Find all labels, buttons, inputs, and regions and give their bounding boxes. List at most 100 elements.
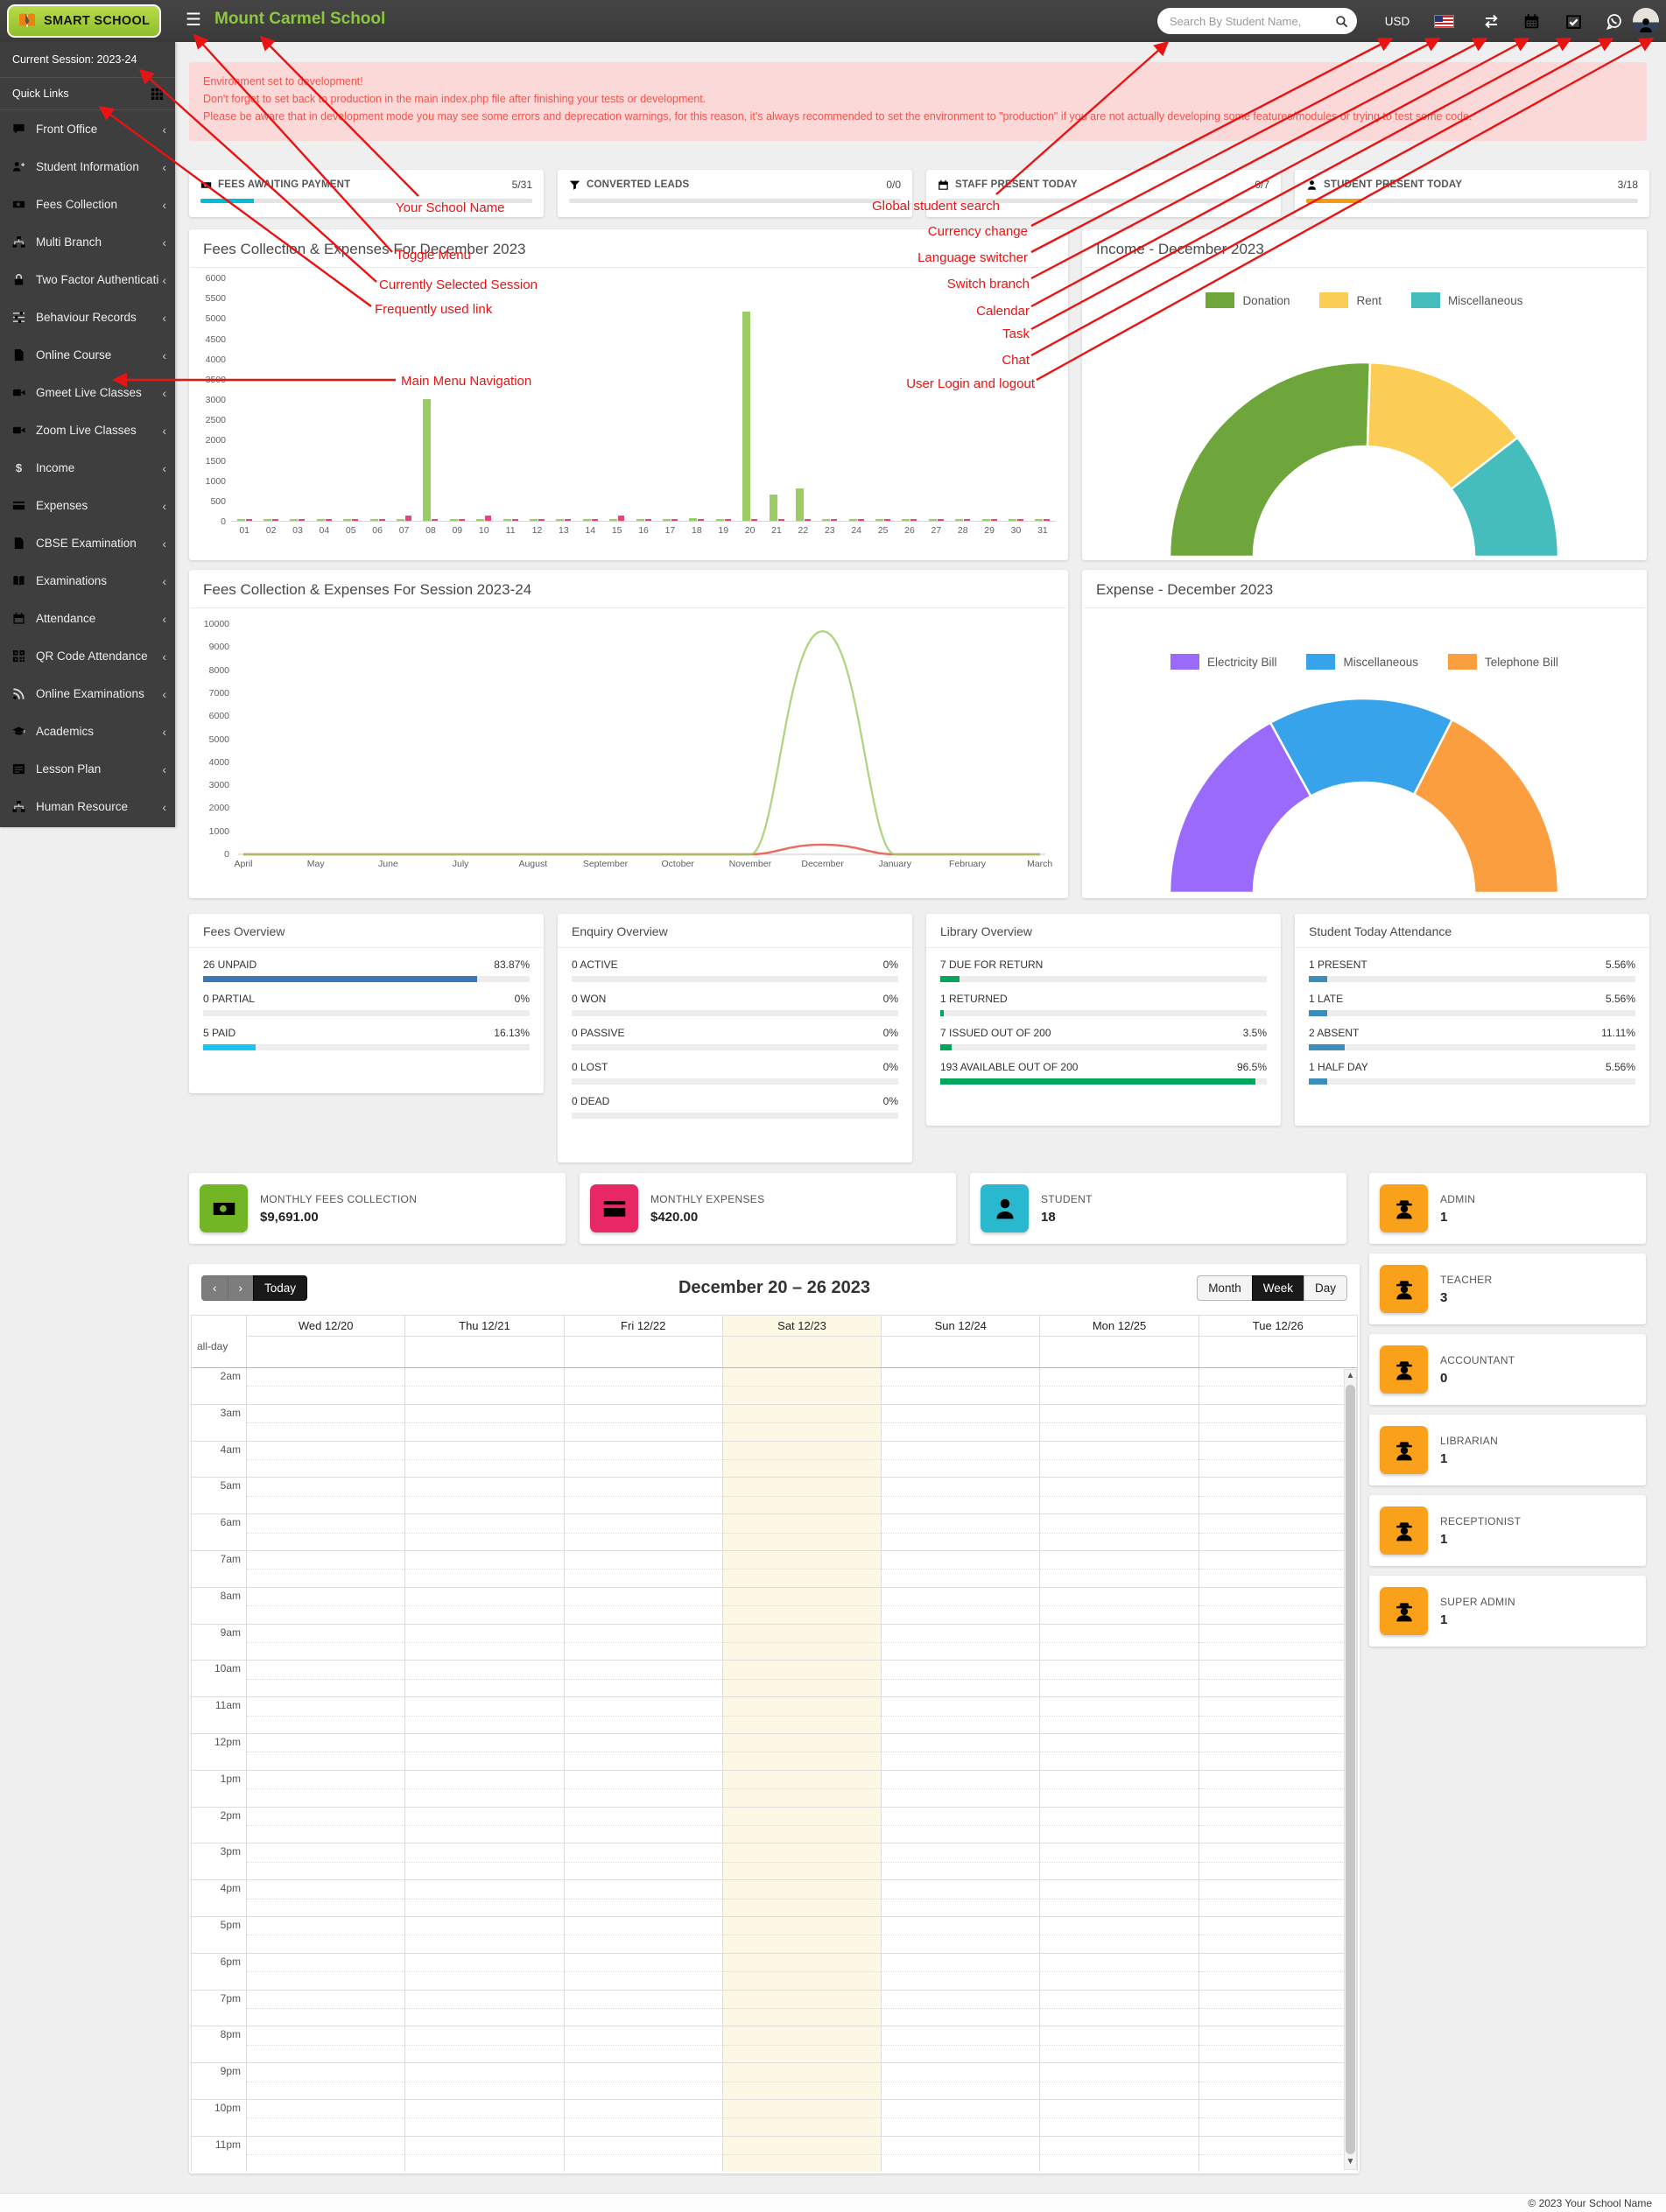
calendar-hour-cell[interactable] [404, 1916, 564, 1953]
calendar-day-header[interactable]: Wed 12/20 [246, 1316, 405, 1337]
calendar-hour-cell[interactable] [721, 2026, 882, 2063]
calendar-allday-cell[interactable] [404, 1337, 563, 1367]
calendar-hour-cell[interactable] [404, 1733, 564, 1770]
sidebar-item-two-factor-authentication[interactable]: Two Factor Authentication ‹ [0, 261, 175, 298]
calendar-hour-cell[interactable] [721, 1843, 882, 1880]
calendar-hour-cell[interactable] [721, 1587, 882, 1624]
sidebar-item-expenses[interactable]: Expenses ‹ [0, 487, 175, 524]
bar-day-10[interactable] [471, 516, 497, 521]
search-input[interactable] [1170, 14, 1335, 28]
calendar-day-header[interactable]: Tue 12/26 [1198, 1316, 1357, 1337]
calendar-hour-cell[interactable] [563, 1441, 723, 1478]
bar-day-17[interactable] [657, 519, 683, 521]
calendar-hour-cell[interactable] [881, 2136, 1040, 2172]
calendar-hour-cell[interactable] [721, 1514, 882, 1550]
calendar-hour-cell[interactable] [1198, 1990, 1357, 2026]
calendar-hour-cell[interactable] [404, 1587, 564, 1624]
calendar-hour-cell[interactable] [246, 1404, 405, 1441]
calendar-hour-cell[interactable] [721, 2063, 882, 2099]
sidebar-item-attendance[interactable]: Attendance ‹ [0, 600, 175, 637]
calendar-hour-cell[interactable] [721, 1404, 882, 1441]
calendar-hour-cell[interactable] [881, 1550, 1040, 1587]
income-donut-chart[interactable] [1163, 355, 1565, 558]
calendar-hour-cell[interactable] [1039, 2063, 1199, 2099]
legend-item[interactable]: Miscellaneous [1411, 292, 1523, 308]
calendar-hour-cell[interactable] [563, 1404, 723, 1441]
bar-day-27[interactable] [923, 519, 949, 521]
calendar-hour-cell[interactable] [1039, 1807, 1199, 1843]
stat-card-staff-present-today[interactable]: STAFF PRESENT TODAY 0/7 [926, 170, 1281, 217]
sidebar-item-income[interactable]: Income ‹ [0, 449, 175, 487]
calendar-hour-cell[interactable] [881, 1587, 1040, 1624]
calendar-hour-cell[interactable] [1039, 1404, 1199, 1441]
calendar-hour-cell[interactable] [1039, 1368, 1199, 1404]
calendar-hour-cell[interactable] [246, 1953, 405, 1990]
calendar-hour-cell[interactable] [563, 1807, 723, 1843]
calendar-hour-cell[interactable] [246, 1880, 405, 1916]
calendar-hour-cell[interactable] [721, 1916, 882, 1953]
calendar-hour-cell[interactable] [1198, 1661, 1357, 1697]
calendar-hour-cell[interactable] [1039, 2026, 1199, 2063]
sidebar-item-student-information[interactable]: Student Information ‹ [0, 148, 175, 186]
calendar-hour-cell[interactable] [404, 1990, 564, 2026]
calendar-hour-cell[interactable] [881, 2099, 1040, 2136]
bar-day-24[interactable] [843, 519, 869, 521]
calendar-hour-cell[interactable] [246, 1441, 405, 1478]
bar-day-03[interactable] [285, 519, 311, 521]
grid-icon[interactable] [151, 88, 163, 100]
calendar-hour-cell[interactable] [404, 1404, 564, 1441]
search-icon[interactable] [1335, 15, 1348, 28]
calendar-hour-cell[interactable] [1198, 1478, 1357, 1514]
calendar-hour-cell[interactable] [563, 2136, 723, 2172]
calendar-hour-cell[interactable] [563, 1880, 723, 1916]
calendar-hour-cell[interactable] [1039, 1514, 1199, 1550]
calendar-hour-cell[interactable] [404, 2099, 564, 2136]
user-avatar[interactable] [1632, 0, 1660, 42]
staff-card-librarian[interactable]: LIBRARIAN 1 [1369, 1415, 1646, 1485]
sidebar-item-examinations[interactable]: Examinations ‹ [0, 562, 175, 600]
bar-day-04[interactable] [311, 519, 337, 521]
staff-card-accountant[interactable]: ACCOUNTANT 0 [1369, 1334, 1646, 1405]
calendar-hour-cell[interactable] [881, 1733, 1040, 1770]
staff-card-teacher[interactable]: TEACHER 3 [1369, 1253, 1646, 1324]
calendar-hour-cell[interactable] [1039, 2099, 1199, 2136]
calendar-hour-cell[interactable] [1198, 1514, 1357, 1550]
calendar-hour-cell[interactable] [404, 2026, 564, 2063]
calendar-hour-cell[interactable] [246, 2136, 405, 2172]
calendar-hour-cell[interactable] [563, 1843, 723, 1880]
task-icon[interactable] [1562, 0, 1585, 42]
calendar-hour-cell[interactable] [404, 1697, 564, 1733]
calendar-hour-cell[interactable] [563, 1368, 723, 1404]
calendar-hour-cell[interactable] [246, 1587, 405, 1624]
sidebar-item-behaviour-records[interactable]: Behaviour Records ‹ [0, 298, 175, 336]
calendar-view-week[interactable]: Week [1251, 1275, 1304, 1301]
sidebar-item-academics[interactable]: Academics ‹ [0, 713, 175, 750]
bar-day-18[interactable] [684, 518, 710, 521]
sidebar-item-cbse-examination[interactable]: CBSE Examination ‹ [0, 524, 175, 562]
calendar-hour-cell[interactable] [246, 1916, 405, 1953]
calendar-day-header[interactable]: Fri 12/22 [563, 1316, 722, 1337]
calendar-hour-cell[interactable] [721, 1953, 882, 1990]
calendar-hour-cell[interactable] [404, 1514, 564, 1550]
calendar-allday-cell[interactable] [563, 1337, 722, 1367]
calendar-hour-cell[interactable] [563, 2026, 723, 2063]
calendar-hour-cell[interactable] [881, 1624, 1040, 1661]
bar-day-30[interactable] [1002, 519, 1029, 521]
calendar-hour-cell[interactable] [246, 1478, 405, 1514]
calendar-hour-cell[interactable] [1198, 1880, 1357, 1916]
scroll-down-icon[interactable]: ▼ [1345, 2156, 1356, 2169]
calendar-allday-cell[interactable] [246, 1337, 404, 1367]
stat-card-fees-awaiting-payment[interactable]: FEES AWAITING PAYMENT 5/31 [189, 170, 544, 217]
calendar-grid[interactable]: Wed 12/20 Thu 12/21 Fri 12/22 Sat 12/23 Sun … [191, 1315, 1358, 2172]
legend-item[interactable]: Rent [1319, 292, 1381, 308]
calendar-hour-cell[interactable] [881, 2026, 1040, 2063]
currency-switcher[interactable]: USD [1378, 0, 1416, 42]
calendar-hour-cell[interactable] [404, 1807, 564, 1843]
calendar-hour-cell[interactable] [1198, 1916, 1357, 1953]
bar-day-19[interactable] [710, 519, 736, 521]
calendar-hour-cell[interactable] [404, 1368, 564, 1404]
sidebar-item-qr-code-attendance[interactable]: QR Code Attendance ‹ [0, 637, 175, 675]
calendar-hour-cell[interactable] [721, 1880, 882, 1916]
donut-segment-donation[interactable] [1168, 361, 1372, 558]
legend-item[interactable]: Telephone Bill [1448, 654, 1558, 670]
